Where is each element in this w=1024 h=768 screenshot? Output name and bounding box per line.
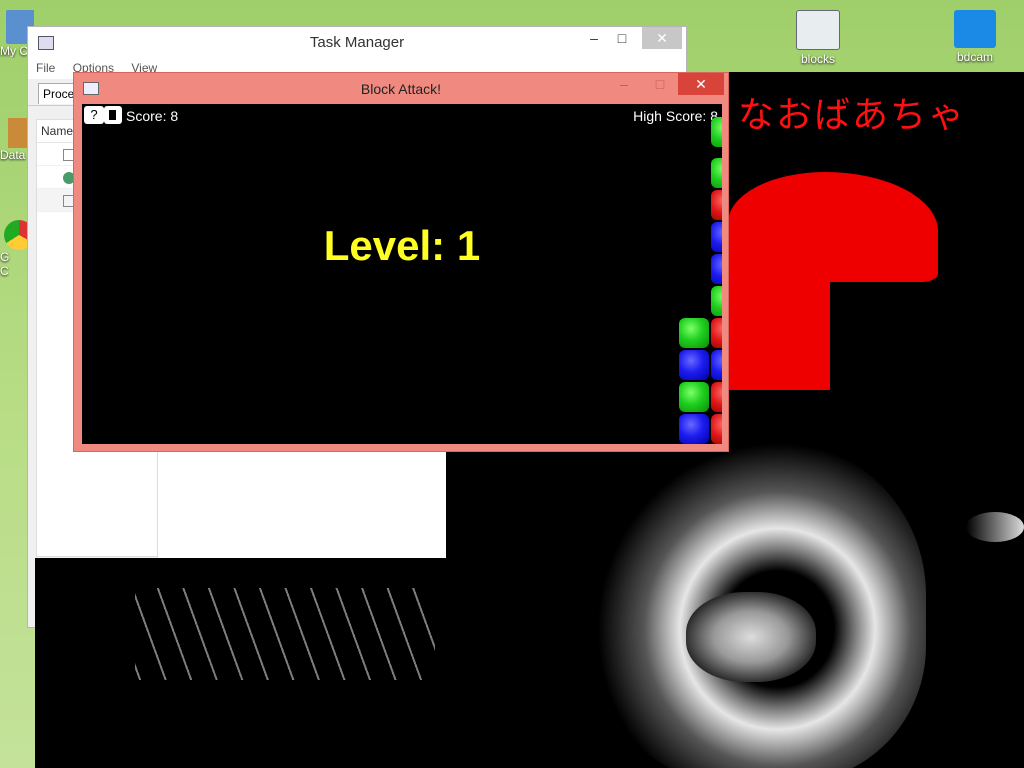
- block-attack-titlebar[interactable]: Block Attack! – □ ✕: [74, 73, 728, 104]
- task-manager-titlebar[interactable]: Task Manager – □ ✕: [28, 27, 686, 57]
- red-block[interactable]: [711, 414, 722, 444]
- blue-block[interactable]: [711, 222, 722, 252]
- green-block[interactable]: [711, 158, 722, 188]
- block-attack-window[interactable]: Block Attack! – □ ✕ ? Score: 8 High Scor…: [73, 72, 729, 452]
- level-label: Level: 1: [323, 222, 481, 269]
- game-board[interactable]: ? Score: 8 High Score: 8 Level: 1: [82, 104, 722, 444]
- menu-file[interactable]: File: [28, 57, 61, 75]
- desktop-icon-blocks[interactable]: blocks: [783, 10, 853, 66]
- minimize-button[interactable]: –: [604, 73, 644, 95]
- blocks-app-icon: [796, 10, 840, 50]
- red-block[interactable]: [711, 318, 722, 348]
- green-block[interactable]: [711, 117, 722, 147]
- green-block[interactable]: [679, 318, 709, 348]
- close-button[interactable]: ✕: [678, 73, 724, 95]
- high-score-label: High Score: 8: [633, 108, 718, 124]
- blue-block[interactable]: [679, 414, 709, 444]
- japanese-text: なおばあちゃ: [738, 95, 967, 136]
- task-manager-panel: [157, 452, 447, 558]
- desktop-icon-label: blocks: [800, 52, 835, 66]
- red-block: [728, 272, 830, 390]
- blue-block[interactable]: [679, 350, 709, 380]
- face-streak: [966, 512, 1024, 542]
- maximize-button[interactable]: □: [640, 73, 680, 95]
- face-mouth: [686, 592, 816, 682]
- red-shape: [728, 172, 938, 282]
- close-button[interactable]: ✕: [642, 27, 682, 49]
- help-button[interactable]: ?: [84, 106, 104, 124]
- red-block[interactable]: [711, 382, 722, 412]
- blue-block[interactable]: [711, 350, 722, 380]
- bdcam-app-icon: [954, 10, 996, 48]
- desktop-icon-label: Data: [0, 148, 26, 162]
- maximize-button[interactable]: □: [602, 27, 642, 49]
- stop-button[interactable]: [104, 106, 122, 124]
- scary-black-block: [110, 680, 446, 768]
- green-block[interactable]: [711, 286, 722, 316]
- desktop-icon-label: bdcam: [956, 50, 994, 64]
- green-block[interactable]: [679, 382, 709, 412]
- desktop-icon-bdcam[interactable]: bdcam: [940, 10, 1010, 64]
- red-block[interactable]: [711, 190, 722, 220]
- desktop-icon-label: My C: [0, 44, 28, 58]
- blue-block[interactable]: [711, 254, 722, 284]
- score-label: Score: 8: [126, 108, 179, 124]
